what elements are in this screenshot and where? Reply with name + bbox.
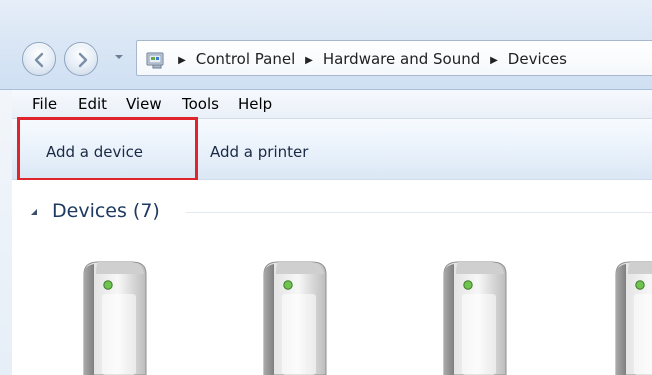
menu-edit[interactable]: Edit — [78, 95, 107, 113]
device-tower-icon — [443, 261, 507, 375]
chevron-right-icon[interactable]: ▶ — [304, 55, 314, 66]
device-item[interactable] — [68, 256, 158, 375]
chevron-right-icon[interactable]: ▶ — [489, 55, 499, 66]
device-tower-icon — [83, 261, 147, 375]
device-item[interactable] — [428, 256, 518, 375]
control-panel-icon — [146, 52, 164, 69]
back-arrow-icon — [34, 52, 44, 68]
menu-tools[interactable]: Tools — [182, 95, 219, 113]
device-item[interactable] — [600, 256, 652, 375]
explorer-window: ▶ Control Panel ▶ Hardware and Sound ▶ D… — [0, 0, 652, 375]
window-left-edge — [0, 90, 12, 375]
group-divider — [186, 212, 652, 213]
breadcrumb: ▶ Control Panel ▶ Hardware and Sound ▶ D… — [173, 50, 567, 68]
chevron-right-icon[interactable]: ▶ — [177, 55, 187, 66]
collapse-caret-icon[interactable] — [30, 208, 38, 216]
menu-view[interactable]: View — [126, 95, 162, 113]
recent-pages-dropdown[interactable] — [114, 52, 124, 62]
highlight-box — [17, 117, 198, 181]
back-button[interactable] — [22, 42, 56, 76]
device-item[interactable] — [248, 256, 338, 375]
breadcrumb-control-panel[interactable]: Control Panel — [196, 50, 295, 68]
address-bar[interactable]: ▶ Control Panel ▶ Hardware and Sound ▶ D… — [136, 40, 652, 76]
breadcrumb-devices[interactable]: Devices — [508, 50, 567, 68]
add-printer-button[interactable]: Add a printer — [210, 143, 308, 161]
forward-button[interactable] — [64, 42, 98, 76]
device-tower-icon — [263, 261, 327, 375]
device-tower-icon — [615, 261, 652, 375]
menu-bar: File Edit View Tools Help — [0, 90, 652, 119]
forward-arrow-icon — [78, 52, 88, 68]
devices-group-header[interactable]: Devices (7) — [52, 200, 160, 222]
menu-help[interactable]: Help — [238, 95, 272, 113]
breadcrumb-hardware-and-sound[interactable]: Hardware and Sound — [323, 50, 480, 68]
menu-file[interactable]: File — [32, 95, 57, 113]
